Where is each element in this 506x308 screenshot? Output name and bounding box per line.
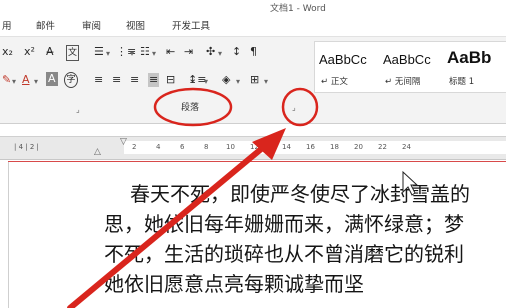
ruler-tick: 22 [378, 143, 387, 151]
chevron-down-icon[interactable]: ▾ [106, 47, 110, 61]
style-no-spacing[interactable]: AaBbCc ↵ 无间隔 [379, 44, 441, 90]
ruler-tick: 18 [330, 143, 339, 151]
chevron-down-icon[interactable]: ▾ [130, 47, 134, 61]
document-page[interactable]: 春天不死，即使严冬使尽了冰封雪盖的 思，她依旧每年姗姗而来，满怀绿意；梦 不死，… [0, 162, 506, 308]
decrease-indent-icon[interactable]: ⇤ [166, 45, 175, 59]
tab-developer[interactable]: 开发工具 [172, 18, 210, 32]
multilevel-list-icon[interactable]: ☷ [140, 45, 150, 59]
ribbon-tabs: 用 邮件 审阅 视图 开发工具 [0, 14, 506, 36]
ruler-tick: 6 [180, 143, 185, 151]
character-shading-icon[interactable]: A [46, 72, 58, 86]
clear-format-icon[interactable]: A̶ [46, 45, 54, 59]
style-name: ↵ 正文 [321, 77, 348, 87]
style-name: ↵ 无间隔 [385, 77, 421, 87]
bullets-icon[interactable]: ☰ [94, 45, 104, 59]
chevron-down-icon[interactable]: ▾ [218, 47, 222, 61]
document-line[interactable]: 春天不死，即使严冬使尽了冰封雪盖的 [130, 178, 470, 207]
ruler-tick: 24 [402, 143, 411, 151]
show-marks-icon[interactable]: ¶ [250, 45, 257, 59]
paragraph-group-label: 段落 [181, 103, 200, 113]
tab-reference[interactable]: 用 [2, 18, 12, 32]
align-right-icon[interactable]: ≡ [130, 73, 139, 87]
increase-indent-icon[interactable]: ⇥ [184, 45, 193, 59]
superscript-icon[interactable]: x² [24, 45, 35, 59]
style-heading-1[interactable]: AaBb 标题 1 [443, 44, 505, 90]
text-effects-icon[interactable]: ✎ [2, 73, 11, 87]
ruler-tick: 12 [250, 143, 259, 151]
ruler-tick: 8 [204, 143, 209, 151]
ruler-tick: 4 [156, 143, 161, 151]
style-normal[interactable]: AaBbCc ↵ 正文 [315, 44, 377, 90]
enclose-characters-icon[interactable]: 字 [64, 72, 78, 88]
title-bar: 文档1 - Word [0, 0, 506, 14]
tab-mailings[interactable]: 邮件 [36, 18, 55, 32]
font-dialog-launcher-icon[interactable]: ⌟ [76, 105, 80, 114]
chevron-down-icon[interactable]: ▾ [34, 75, 38, 89]
chevron-down-icon[interactable]: ▾ [236, 75, 240, 89]
ruler-tick: 10 [226, 143, 235, 151]
ruler-ticks-left: | 4 | 2 | [14, 143, 39, 151]
style-sample: AaBbCc [383, 52, 431, 67]
hanging-indent-marker[interactable]: △ [94, 147, 101, 157]
ruler-tick: 2 [132, 143, 137, 151]
tab-review[interactable]: 审阅 [82, 18, 101, 32]
document-line[interactable]: 思，她依旧每年姗姗而来，满怀绿意；梦 [104, 208, 464, 237]
align-center-icon[interactable]: ≡ [112, 73, 121, 87]
chevron-down-icon[interactable]: ▾ [204, 75, 208, 89]
ribbon: x₂ x² A̶ 文 ✎ ▾ A ▾ A 字 ⌟ ☰ ▾ ⋮≡ ▾ ☷ ▾ ⇤ … [0, 36, 506, 124]
document-line[interactable]: 她依旧愿意点亮每颗诚挚而坚 [104, 268, 364, 297]
phonetic-guide-icon[interactable]: 文 [66, 45, 80, 61]
page-left-edge [8, 162, 9, 308]
tab-view[interactable]: 视图 [126, 18, 145, 32]
style-sample: AaBb [447, 48, 492, 67]
horizontal-ruler[interactable]: | 4 | 2 | ▽ △ 2 4 6 8 10 12 14 16 18 20 … [0, 136, 506, 160]
chevron-down-icon[interactable]: ▾ [12, 75, 16, 89]
strikethrough-icon[interactable]: x₂ [2, 45, 13, 59]
shading-icon[interactable]: ◈ [222, 73, 230, 87]
first-line-indent-marker[interactable]: ▽ [120, 137, 127, 147]
style-sample: AaBbCc [319, 52, 367, 67]
ruler-tick: 20 [354, 143, 363, 151]
font-color-icon[interactable]: A [22, 73, 30, 87]
chinese-layout-icon[interactable]: ✣ [206, 45, 215, 59]
document-line[interactable]: 不死，生活的琐碎也从不曾消磨它的锐利 [104, 238, 464, 267]
borders-icon[interactable]: ⊞ [250, 73, 259, 87]
styles-gallery: AaBbCc ↵ 正文 AaBbCc ↵ 无间隔 AaBb 标题 1 [314, 41, 506, 93]
ruler-tick: 16 [306, 143, 315, 151]
distributed-icon[interactable]: ⊟ [166, 73, 175, 87]
ruler-tick: 14 [282, 143, 291, 151]
chevron-down-icon[interactable]: ▾ [264, 75, 268, 89]
sort-icon[interactable]: ↕ [232, 45, 241, 59]
window-title: 文档1 - Word [270, 4, 326, 14]
justify-icon[interactable]: ≡ [148, 73, 160, 87]
align-left-icon[interactable]: ≡ [94, 73, 103, 87]
paragraph-dialog-launcher-icon[interactable]: ⌟ [292, 103, 296, 112]
chevron-down-icon[interactable]: ▾ [152, 47, 156, 61]
style-name: 标题 1 [449, 77, 475, 87]
